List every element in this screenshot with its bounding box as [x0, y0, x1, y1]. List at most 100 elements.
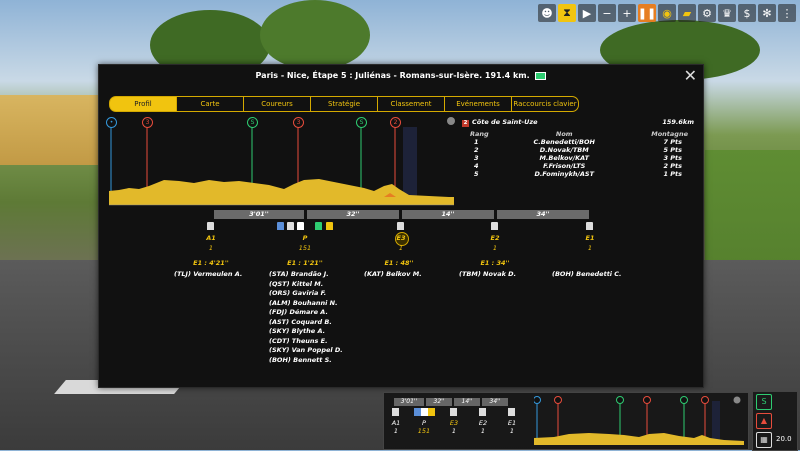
tab-carte[interactable]: Carte — [177, 96, 244, 112]
background-field — [0, 95, 110, 165]
start-marker[interactable]: • — [106, 117, 117, 128]
jersey-icon[interactable] — [297, 222, 304, 230]
column-header: Rang — [470, 130, 489, 138]
screen-icon[interactable] — [535, 71, 547, 80]
mini-group-name: E2 — [478, 419, 488, 427]
mini-gap-bar: 14'' — [454, 398, 480, 406]
rider-name[interactable]: (TLJ) Vermeulen A. — [174, 270, 242, 280]
rider-name[interactable]: (BOH) Benedetti C. — [552, 270, 622, 280]
euro-icon[interactable]: $ — [738, 4, 756, 22]
more-icon[interactable]: ⋮ — [778, 4, 796, 22]
sprint-marker[interactable]: S — [247, 117, 258, 128]
sprint-toggle-icon[interactable]: S — [756, 394, 772, 410]
panel-title: Paris - Nice, Étape 5 : Juliénas - Roman… — [99, 71, 703, 80]
climb-table: Rang Nom Montagne 1 C.Benedetti/BOH 7 Pt… — [462, 130, 694, 178]
mini-group-count: 1 — [393, 427, 399, 435]
table-row: 1 C.Benedetti/BOH 7 Pts — [462, 138, 694, 146]
jersey-icon — [428, 408, 435, 416]
mini-group-count: 1 — [451, 427, 457, 435]
user-icon[interactable]: ☻ — [538, 4, 556, 22]
table-cell: D.Novak/TBM — [539, 146, 589, 154]
energy-chart-icon[interactable]: ▲ — [756, 413, 772, 429]
rider-name[interactable]: (CDT) Theuns E. — [269, 337, 343, 347]
rider-name[interactable]: (AST) Coquard B. — [269, 318, 343, 328]
rider-name[interactable]: (SKY) Van Poppel D. — [269, 346, 343, 356]
gap-bar: 14'' — [402, 210, 494, 219]
jersey-icon[interactable] — [491, 222, 498, 230]
climb-marker[interactable]: 2 — [390, 117, 401, 128]
tab-evenements[interactable]: Evénements — [445, 96, 512, 112]
group-name: E1 — [585, 234, 595, 242]
jersey-icon[interactable] — [586, 222, 593, 230]
settings-icon[interactable]: ✻ — [758, 4, 776, 22]
climb-marker[interactable]: 3 — [142, 117, 153, 128]
rider-list: (KAT) Belkov M. — [364, 270, 422, 280]
rider-name[interactable]: (FDJ) Démare A. — [269, 308, 343, 318]
table-cell: 4 — [474, 162, 479, 170]
bike-icon[interactable]: ⚙ — [698, 4, 716, 22]
hourglass-icon[interactable]: ⧗ — [558, 4, 576, 22]
sprint-marker[interactable]: S — [356, 117, 367, 128]
pause-icon[interactable]: ❚❚ — [638, 4, 656, 22]
group-count: 1 — [398, 244, 404, 252]
panel-title-text: Paris - Nice, Étape 5 : Juliénas - Roman… — [255, 71, 530, 80]
group-gap: E1 : 34'' — [480, 259, 510, 267]
climb-marker[interactable]: 3 — [293, 117, 304, 128]
mini-gap-bar: 3'01'' — [394, 398, 424, 406]
rider-name[interactable]: (KAT) Belkov M. — [364, 270, 422, 280]
rider-name[interactable]: (BOH) Bennett S. — [269, 356, 343, 366]
background-tree — [260, 0, 370, 70]
mini-gap-bar: 32'' — [426, 398, 452, 406]
table-row: 4 F.Frison/LTS 2 Pts — [462, 162, 694, 170]
jersey-icon[interactable] — [397, 222, 404, 230]
table-row: 2 D.Novak/TBM 5 Pts — [462, 146, 694, 154]
table-cell: D.Fominykh/AST — [534, 170, 595, 178]
table-row: 3 M.Belkov/KAT 3 Pts — [462, 154, 694, 162]
rider-name[interactable]: (STA) Brandão J. — [269, 270, 343, 280]
minus-icon[interactable]: − — [598, 4, 616, 22]
rider-name[interactable]: (ALM) Bouhanni N. — [269, 299, 343, 309]
close-icon[interactable]: ✕ — [684, 68, 697, 84]
tab-raccourcis[interactable]: Raccourcis clavier — [512, 96, 579, 112]
rider-name[interactable]: (TBM) Novak D. — [459, 270, 516, 280]
eye-icon[interactable]: ◉ — [658, 4, 676, 22]
tab-profil[interactable]: Profil — [109, 96, 177, 112]
jersey-icon[interactable] — [277, 222, 284, 230]
stage-profile[interactable]: • 3 S 3 S 2 — [106, 117, 454, 207]
group-name: A1 — [206, 234, 216, 242]
rider-name[interactable]: (QST) Kittel M. — [269, 280, 343, 290]
climb-selector-icon[interactable] — [447, 117, 455, 125]
tab-coureurs[interactable]: Coureurs — [244, 96, 311, 112]
tab-classement[interactable]: Classement — [378, 96, 445, 112]
climb-distance: 159.6km — [662, 118, 694, 126]
play-icon[interactable]: ▶ — [578, 4, 596, 22]
rider-name[interactable]: (ORS) Gaviria F. — [269, 289, 343, 299]
jersey-icon[interactable] — [207, 222, 214, 230]
mini-group-name: A1 — [391, 419, 401, 427]
rider-list: (STA) Brandão J. (QST) Kittel M. (ORS) G… — [269, 270, 343, 365]
jersey-icon[interactable] — [315, 222, 322, 230]
jersey-icon[interactable] — [287, 222, 294, 230]
jersey-icon[interactable] — [326, 222, 333, 230]
table-row: 5 D.Fominykh/AST 1 Pts — [462, 170, 694, 178]
climb-name: Côte de Saint-Uze — [472, 118, 538, 126]
group-gap: E1 : 4'21'' — [193, 259, 229, 267]
plus-icon[interactable]: + — [618, 4, 636, 22]
table-cell: 1 Pts — [663, 170, 682, 178]
group-name[interactable]: E3 — [381, 234, 421, 243]
mini-group-count: 151 — [417, 427, 431, 435]
mini-race-overview[interactable]: 3'01'' 32'' 14'' 34'' A1 1 P 151 E3 1 E2… — [383, 392, 749, 450]
table-cell: 1 — [474, 138, 479, 146]
jersey-icon[interactable]: ▰ — [678, 4, 696, 22]
mini-gap-bar: 34'' — [482, 398, 508, 406]
rider-list: (TLJ) Vermeulen A. — [174, 270, 242, 280]
finish-flag-icon[interactable]: ▦ — [756, 432, 772, 448]
mini-profile-chart — [534, 396, 744, 445]
rider-name[interactable]: (SKY) Blythe A. — [269, 327, 343, 337]
tab-strategie[interactable]: Stratégie — [311, 96, 378, 112]
table-cell: 7 Pts — [663, 138, 682, 146]
group-gap: E1 : 48'' — [384, 259, 414, 267]
group-name: E2 — [490, 234, 500, 242]
trophy-icon[interactable]: ♛ — [718, 4, 736, 22]
stage-info-panel: Paris - Nice, Étape 5 : Juliénas - Roman… — [98, 64, 704, 388]
